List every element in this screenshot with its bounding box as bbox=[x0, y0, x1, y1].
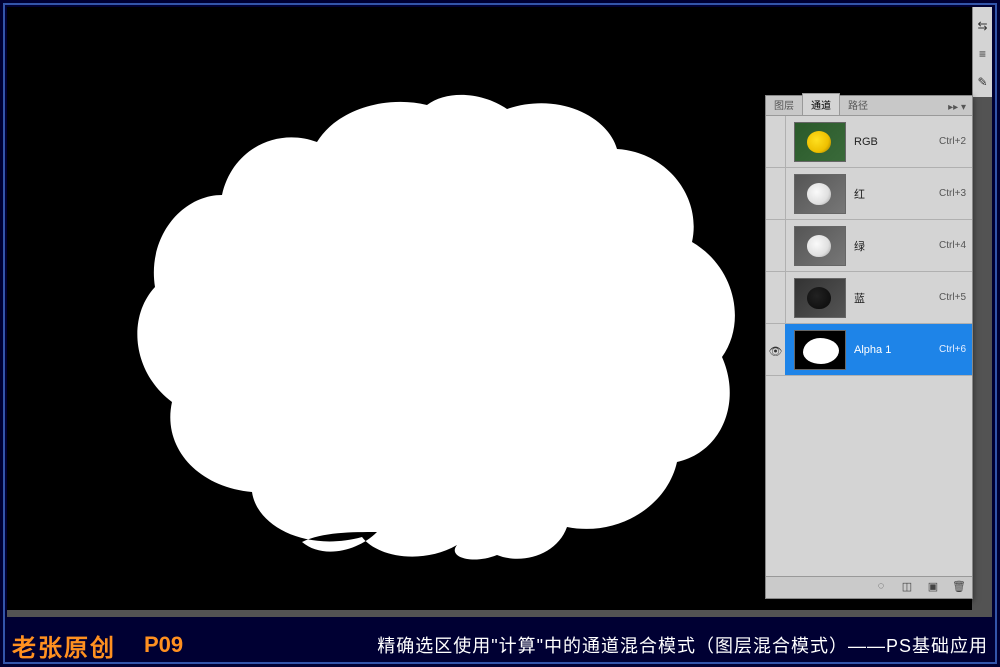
caption-description: 精确选区使用"计算"中的通道混合模式（图层混合模式）——PS基础应用 bbox=[377, 632, 988, 658]
tab-layers[interactable]: 图层 bbox=[766, 94, 802, 115]
channel-shortcut: Ctrl+5 bbox=[939, 292, 966, 303]
channel-alpha-1[interactable]: 👁 Alpha 1 Ctrl+6 bbox=[766, 324, 972, 376]
brush-icon[interactable]: ✎ bbox=[976, 75, 990, 89]
channel-thumbnail bbox=[794, 226, 846, 266]
panel-tabs: 图层 通道 路径 ▸▸ ▾ bbox=[766, 96, 972, 116]
visibility-toggle[interactable] bbox=[766, 220, 786, 271]
channel-blue[interactable]: 蓝 Ctrl+5 bbox=[766, 272, 972, 324]
app-area: ⇆ ≡ ✎ 图层 通道 路径 ▸▸ ▾ RGB Ctrl+2 红 Ctrl+3 bbox=[7, 7, 992, 617]
caption-author: 老张原创 bbox=[12, 628, 116, 663]
load-selection-icon[interactable]: ◌ bbox=[872, 580, 890, 596]
swatch-icon[interactable]: ≡ bbox=[976, 47, 990, 61]
channel-green[interactable]: 绿 Ctrl+4 bbox=[766, 220, 972, 272]
channel-label: 绿 bbox=[854, 238, 939, 254]
caption-bar: 老张原创 P09 精确选区使用"计算"中的通道混合模式（图层混合模式）——PS基… bbox=[0, 623, 1000, 667]
channel-shortcut: Ctrl+2 bbox=[939, 136, 966, 147]
tab-channels[interactable]: 通道 bbox=[802, 93, 840, 115]
channel-label: 蓝 bbox=[854, 290, 939, 306]
channel-list: RGB Ctrl+2 红 Ctrl+3 绿 Ctrl+4 蓝 Ctrl+5 bbox=[766, 116, 972, 376]
channel-red[interactable]: 红 Ctrl+3 bbox=[766, 168, 972, 220]
panel-menu-icon[interactable]: ▸▸ ▾ bbox=[942, 100, 972, 115]
visibility-toggle[interactable]: 👁 bbox=[766, 324, 786, 375]
right-toolbox: ⇆ ≡ ✎ bbox=[972, 7, 992, 97]
channel-label: Alpha 1 bbox=[854, 344, 939, 356]
channel-rgb[interactable]: RGB Ctrl+2 bbox=[766, 116, 972, 168]
visibility-toggle[interactable] bbox=[766, 116, 786, 167]
channel-thumbnail bbox=[794, 122, 846, 162]
channel-label: RGB bbox=[854, 136, 939, 148]
channel-thumbnail bbox=[794, 174, 846, 214]
channel-shortcut: Ctrl+6 bbox=[939, 344, 966, 355]
tab-paths[interactable]: 路径 bbox=[840, 94, 876, 115]
eye-icon: 👁 bbox=[769, 345, 783, 355]
save-selection-icon[interactable]: ◫ bbox=[898, 580, 916, 596]
visibility-toggle[interactable] bbox=[766, 272, 786, 323]
channel-shortcut: Ctrl+4 bbox=[939, 240, 966, 251]
channel-thumbnail bbox=[794, 278, 846, 318]
new-channel-icon[interactable]: ▣ bbox=[924, 580, 942, 596]
caption-page: P09 bbox=[144, 632, 183, 658]
visibility-toggle[interactable] bbox=[766, 168, 786, 219]
channel-label: 红 bbox=[854, 186, 939, 202]
alpha-mask-shape bbox=[127, 87, 747, 567]
collapse-icon[interactable]: ⇆ bbox=[976, 19, 990, 33]
panel-empty-area bbox=[766, 376, 972, 576]
channel-thumbnail bbox=[794, 330, 846, 370]
panel-footer: ◌ ◫ ▣ 🗑 bbox=[766, 576, 972, 598]
channels-panel: 图层 通道 路径 ▸▸ ▾ RGB Ctrl+2 红 Ctrl+3 绿 bbox=[765, 95, 973, 599]
delete-channel-icon[interactable]: 🗑 bbox=[950, 580, 968, 596]
channel-shortcut: Ctrl+3 bbox=[939, 188, 966, 199]
